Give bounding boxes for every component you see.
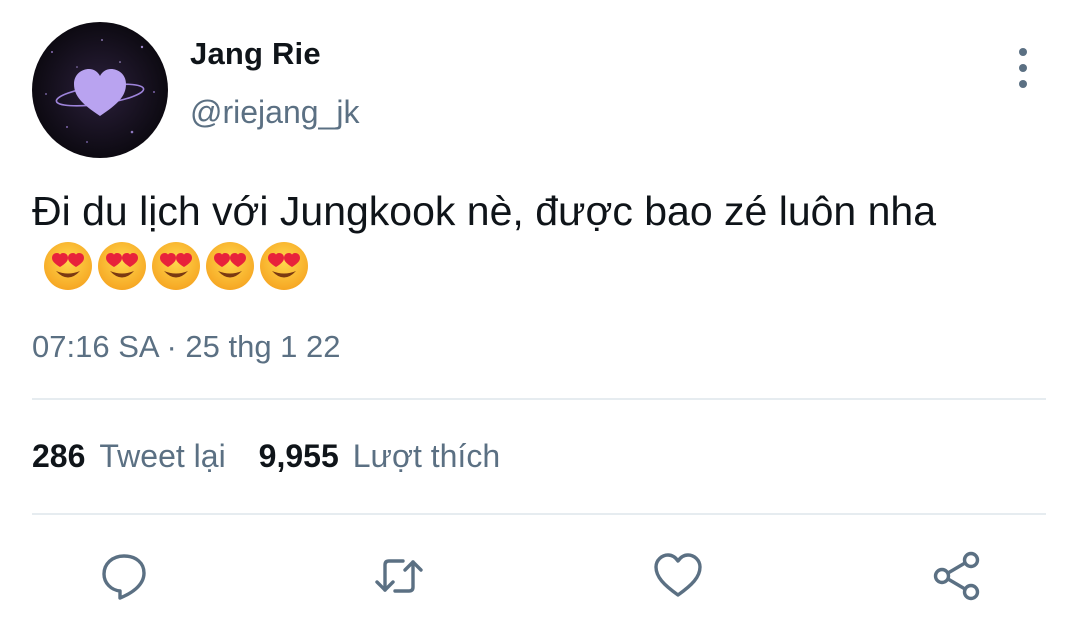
retweets-label: Tweet lại [99,438,226,474]
more-options-icon [1019,48,1027,56]
heart-eyes-emoji-icon [206,242,254,290]
user-handle[interactable]: @riejang_jk [190,94,359,131]
emoji-group [42,240,310,292]
tweet-timestamp[interactable]: 07:16 SA · 25 thg 1 22 [32,329,341,365]
display-name[interactable]: Jang Rie [190,36,321,72]
reply-button[interactable] [98,550,150,602]
avatar[interactable] [32,22,168,158]
tweet-body: Đi du lịch với Jungkook nè, được bao zé … [32,183,1032,299]
reply-icon [102,554,146,600]
like-button[interactable] [652,550,704,602]
likes-stat[interactable]: 9,955 Lượt thích [259,438,500,475]
heart-eyes-emoji-icon [152,242,200,290]
likes-count: 9,955 [258,438,339,474]
share-icon [933,551,980,601]
divider [32,513,1046,515]
tweet-stats: 286 Tweet lại 9,955 Lượt thích [32,438,500,475]
like-icon [654,553,702,597]
share-button[interactable] [931,550,983,602]
heart-eyes-emoji-icon [98,242,146,290]
retweet-button[interactable] [373,550,425,602]
likes-label: Lượt thích [352,438,501,474]
retweets-stat[interactable]: 286 Tweet lại [32,438,226,475]
divider [32,398,1046,400]
more-options-button[interactable] [1006,48,1040,88]
heart-eyes-emoji-icon [260,242,308,290]
more-options-dot [1019,64,1027,72]
more-options-dot [1019,80,1027,88]
retweet-icon [375,559,423,593]
heart-eyes-emoji-icon [44,242,92,290]
tweet-text: Đi du lịch với Jungkook nè, được bao zé … [32,188,937,234]
retweets-count: 286 [32,438,86,474]
heart-avatar-image [45,39,155,143]
